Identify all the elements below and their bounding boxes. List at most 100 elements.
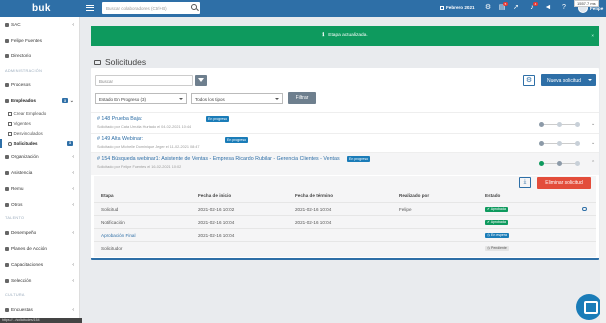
sidebar-item-empleados[interactable]: Empleados 3 ⌄ bbox=[0, 95, 80, 107]
chevron-down-icon[interactable]: ⌄ bbox=[591, 140, 595, 146]
col-header-realizado: Realizado por bbox=[399, 193, 430, 198]
alert-message: Etapa actualizada. bbox=[328, 33, 368, 38]
step-dot bbox=[539, 122, 544, 127]
search-placeholder: Buscar colaboradores (Ctrl+B) bbox=[106, 5, 167, 11]
chevron-down-icon[interactable]: ⌄ bbox=[591, 121, 595, 127]
checklist-icon bbox=[5, 246, 9, 251]
sidebar-item-desempeno[interactable]: Desempeño ‹ bbox=[0, 227, 80, 239]
table-row: Solicitud 2021-02-16 10:02 2021-02-16 10… bbox=[94, 202, 596, 215]
chevron-right-icon: ‹ bbox=[72, 230, 74, 236]
search-icon[interactable] bbox=[191, 4, 197, 10]
settings-gear-icon[interactable]: ⚙ bbox=[523, 75, 535, 86]
period-label: Febrero 2021 bbox=[446, 5, 475, 10]
users-icon bbox=[5, 98, 9, 103]
chevron-right-icon: ‹ bbox=[72, 22, 74, 28]
list-item[interactable]: # 149 Alta Webinar: En progreso Solicita… bbox=[91, 133, 599, 151]
new-request-button[interactable]: Nueva solicitud bbox=[541, 74, 596, 86]
sidebar-item-encuestas[interactable]: Encuestas ‹ bbox=[0, 304, 80, 316]
status-text: Aprobada bbox=[490, 207, 506, 212]
sidebar-item-otros[interactable]: Otros ‹ bbox=[0, 199, 80, 211]
sidebar-sub-desvinculados[interactable]: Desvinculados bbox=[0, 129, 80, 138]
sidebar-section-cultura: CULTURA bbox=[5, 293, 25, 297]
inbox-badge: 5 bbox=[503, 2, 508, 6]
sidebar-sub-solicitudes[interactable]: Solicitudes 3 bbox=[0, 139, 80, 148]
list-item[interactable]: # 148 Prueba Baja: En progreso Solicitad… bbox=[91, 112, 599, 133]
user-icon bbox=[5, 38, 9, 43]
request-title-link[interactable]: # 148 Prueba Baja: bbox=[97, 116, 142, 122]
sidebar-item-label: Desempeño bbox=[11, 230, 37, 235]
caret-down-icon bbox=[588, 79, 592, 81]
chevron-down-icon: ⌄ bbox=[69, 98, 74, 104]
sidebar-item-organizacion[interactable]: Organización ‹ bbox=[0, 151, 80, 163]
sidebar-sub-label: Vigentes bbox=[13, 121, 31, 126]
success-alert: ℹ Etapa actualizada. × bbox=[91, 26, 599, 46]
sidebar-item-asistencia[interactable]: Asistencia ‹ bbox=[0, 167, 80, 179]
table-row: Solicitudor ◷ Pendiente bbox=[94, 241, 596, 254]
status-badge: ✔ Aprobada bbox=[485, 206, 508, 213]
help-icon[interactable]: ? bbox=[560, 4, 568, 12]
period-selector[interactable]: Febrero 2021 bbox=[440, 5, 475, 10]
gear-icon[interactable]: ⚙ bbox=[484, 4, 492, 12]
list-item-expanded[interactable]: # 154 Búsqueda webinar1: Asistente de Ve… bbox=[91, 152, 599, 175]
request-subtitle: Solicitado por Michelle Dominique Jeger … bbox=[97, 145, 200, 149]
scrollbar[interactable] bbox=[600, 17, 606, 323]
rocket-icon[interactable]: ➚ bbox=[512, 4, 520, 12]
sub-icon bbox=[8, 122, 12, 126]
sidebar-item-label: Procesos bbox=[11, 82, 31, 87]
global-search-input[interactable]: Buscar colaboradores (Ctrl+B) bbox=[102, 2, 200, 14]
menu-toggle-icon[interactable] bbox=[86, 4, 94, 12]
download-icon[interactable]: ⤓ bbox=[519, 177, 531, 188]
cell-termino: 2021-02-16 10:04 bbox=[295, 207, 332, 212]
sidebar-item-procesos[interactable]: Procesos bbox=[0, 79, 80, 91]
sidebar-sub-label: Solicitudes bbox=[13, 141, 38, 146]
buk-logo[interactable]: buk bbox=[32, 3, 51, 14]
request-title-link[interactable]: # 149 Alta Webinar: bbox=[97, 136, 143, 142]
sub-icon bbox=[8, 142, 12, 146]
sub-icon bbox=[8, 132, 12, 136]
filter-icon[interactable] bbox=[195, 75, 207, 86]
table-row: Aprobación Final 2021-02-16 10:04 ◷ En e… bbox=[94, 228, 596, 241]
sidebar-item-capacitaciones[interactable]: Capacitaciones ‹ bbox=[0, 259, 80, 271]
cell-etapa: Solicitud bbox=[101, 207, 119, 212]
filter-button[interactable]: Filtrar bbox=[288, 92, 316, 104]
sub-icon bbox=[8, 112, 12, 116]
book-icon bbox=[5, 53, 9, 58]
estado-select[interactable]: Estado En Progreso (3) bbox=[95, 93, 187, 104]
comment-icon[interactable] bbox=[582, 207, 587, 211]
tipo-select[interactable]: Todos los tipos bbox=[191, 93, 283, 104]
cell-inicio: 2021-02-16 10:04 bbox=[198, 233, 235, 238]
tipo-value: Todos los tipos bbox=[195, 97, 225, 102]
request-title-link[interactable]: # 154 Búsqueda webinar1: Asistente de Ve… bbox=[97, 156, 340, 162]
delete-request-button[interactable]: Eliminar solicitud bbox=[537, 177, 591, 189]
close-icon[interactable]: × bbox=[591, 33, 594, 38]
chat-icon[interactable] bbox=[576, 294, 602, 320]
top-navbar: buk Buscar colaboradores (Ctrl+B) Febrer… bbox=[0, 0, 606, 17]
chevron-right-icon: ‹ bbox=[72, 307, 74, 313]
new-request-label: Nueva solicitud bbox=[547, 77, 581, 84]
megaphone-icon[interactable]: ◄ bbox=[544, 4, 552, 12]
status-text: En espera bbox=[491, 233, 507, 238]
status-badge: ◷ En espera bbox=[485, 232, 509, 239]
sidebar-item-remu[interactable]: Remu ‹ bbox=[0, 183, 80, 195]
sidebar-item-label: Encuestas bbox=[11, 307, 33, 312]
sidebar-sub-label: Crear Empleado bbox=[13, 111, 47, 116]
status-badge: ✔ Aprobada bbox=[485, 219, 508, 226]
search-input[interactable]: Buscar bbox=[95, 75, 193, 86]
sidebar-item-label: Selección bbox=[11, 278, 32, 283]
sidebar-item-planes[interactable]: Planes de Acción bbox=[0, 243, 80, 255]
sidebar-sub-label: Desvinculados bbox=[13, 131, 43, 136]
sidebar-sub-vigentes[interactable]: Vigentes bbox=[0, 119, 80, 128]
empleados-count-badge: 3 bbox=[62, 98, 68, 103]
sidebar-item-directorio[interactable]: Directorio bbox=[0, 50, 80, 62]
chevron-right-icon: ‹ bbox=[72, 170, 74, 176]
sidebar-item-label: Empleados bbox=[11, 98, 37, 103]
cell-etapa-link[interactable]: Aprobación Final bbox=[101, 233, 135, 238]
money-icon bbox=[5, 186, 9, 191]
sidebar-item-profile[interactable]: Felipe Fuentes bbox=[0, 35, 80, 47]
sidebar-item-seleccion[interactable]: Selección ‹ bbox=[0, 275, 80, 287]
sidebar-item-sac[interactable]: SAC ‹ bbox=[0, 19, 80, 31]
step-dot bbox=[575, 122, 580, 127]
chevron-up-icon[interactable]: ⌃ bbox=[591, 160, 595, 166]
page-title-text: Solicitudes bbox=[105, 57, 147, 67]
sidebar-sub-crear[interactable]: Crear Empleado bbox=[0, 109, 80, 118]
